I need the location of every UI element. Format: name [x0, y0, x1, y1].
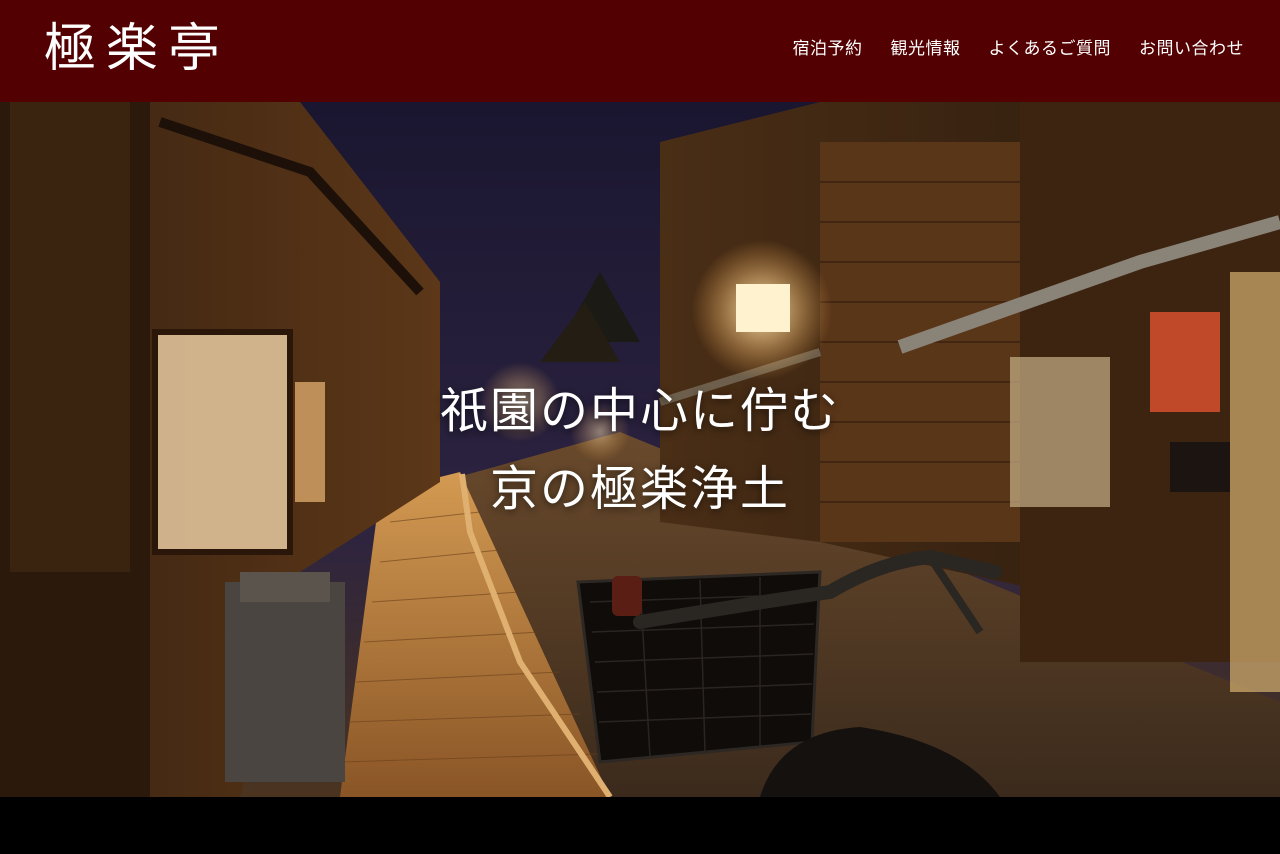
hero-headline: 祇園の中心に佇む 京の極楽浄土 — [0, 372, 1280, 528]
site-header: 極楽亭 宿泊予約 観光情報 よくあるご質問 お問い合わせ — [0, 0, 1280, 102]
hero-line-1: 祇園の中心に佇む — [439, 383, 840, 439]
nav-link-faq[interactable]: よくあるご質問 — [989, 36, 1112, 62]
footer-band — [0, 797, 1280, 854]
nav-link-reservation[interactable]: 宿泊予約 — [793, 36, 863, 62]
main-nav: 宿泊予約 観光情報 よくあるご質問 お問い合わせ — [793, 36, 1245, 62]
hero-line-2: 京の極楽浄土 — [489, 461, 790, 517]
site-logo[interactable]: 極楽亭 — [44, 18, 230, 80]
hero-section: 祇園の中心に佇む 京の極楽浄土 — [0, 102, 1280, 797]
nav-link-sightseeing[interactable]: 観光情報 — [891, 36, 961, 62]
nav-link-contact[interactable]: お問い合わせ — [1139, 36, 1244, 62]
